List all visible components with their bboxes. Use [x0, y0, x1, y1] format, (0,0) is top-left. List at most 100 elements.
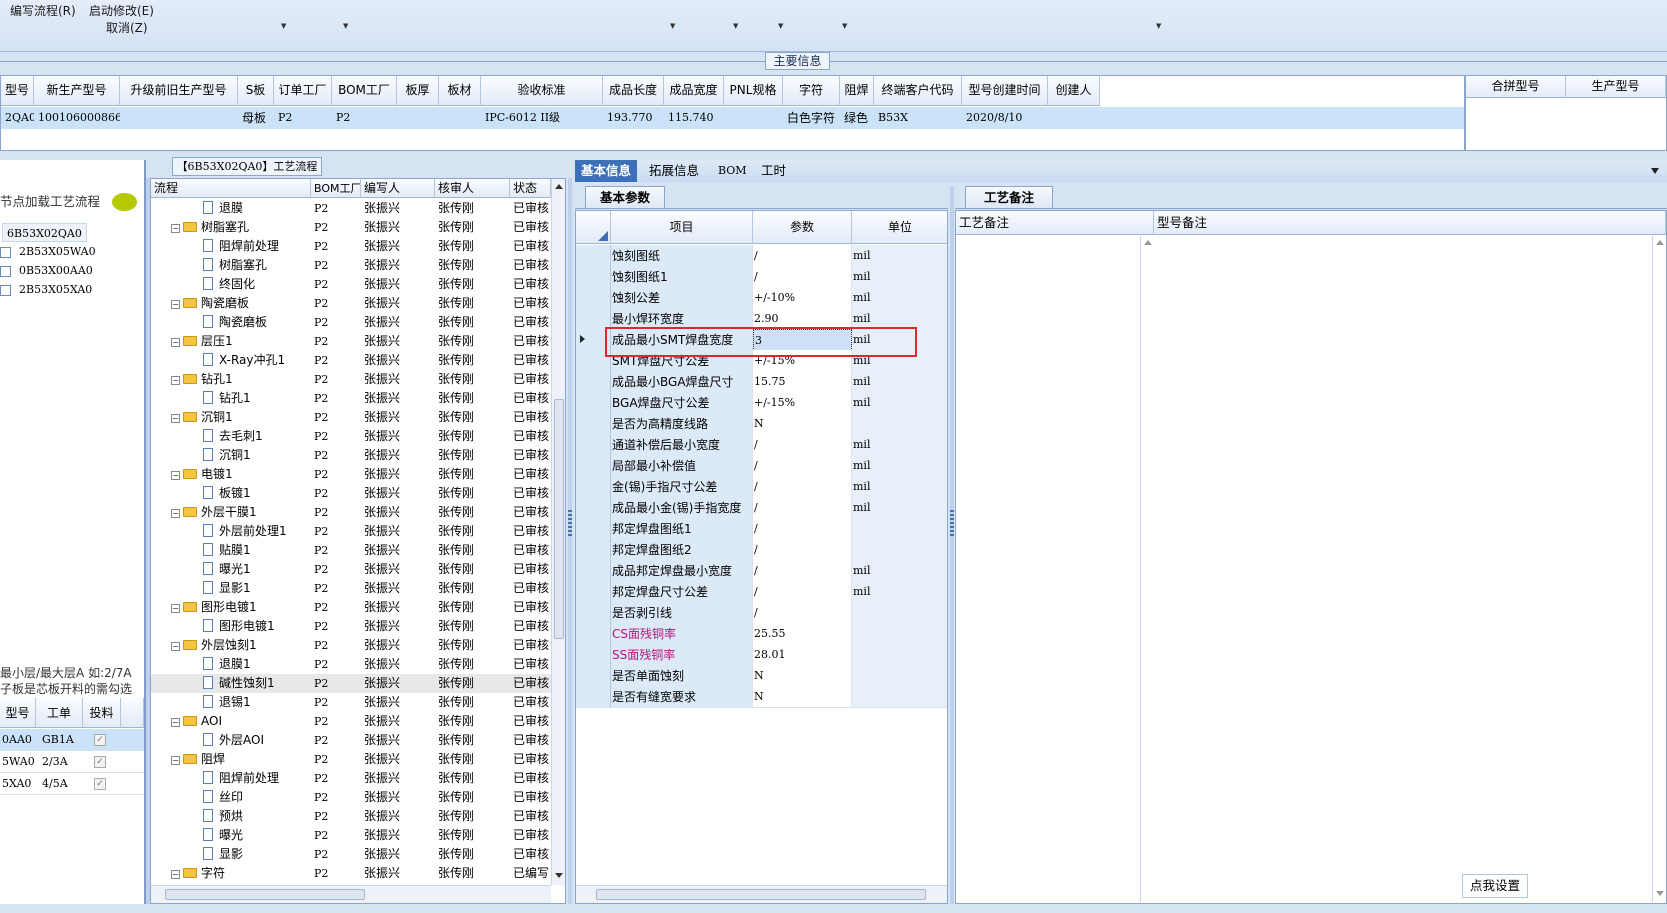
tree-row[interactable]: 显影1 P2 张振兴 张传刚 已审核 [151, 579, 551, 598]
tree-row[interactable]: 终固化 P2 张振兴 张传刚 已审核 [151, 275, 551, 294]
scroll-up-icon[interactable] [555, 184, 563, 189]
splitter-handle[interactable] [950, 510, 954, 536]
tree-row[interactable]: − 陶瓷磨板 P2 张振兴 张传刚 已审核 [151, 294, 551, 313]
tree-root[interactable]: 6B53X02QA0 [2, 223, 87, 242]
table-row[interactable]: 5WA0 2/3A ✓ [0, 751, 144, 773]
column-header[interactable]: 新生产型号 [34, 76, 120, 106]
scroll-up-icon[interactable] [1144, 240, 1152, 245]
param-row[interactable]: 是否单面蚀刻 N [576, 665, 947, 687]
tree-row[interactable]: − 钻孔1 P2 张振兴 张传刚 已审核 [151, 370, 551, 389]
param-row[interactable]: 通道补偿后最小宽度 / mil [576, 434, 947, 456]
scroll-thumb[interactable] [596, 889, 926, 900]
tree-row[interactable]: 丝印 P2 张振兴 张传刚 已审核 [151, 788, 551, 807]
row-indicator[interactable] [576, 476, 611, 498]
vertical-scrollbar[interactable] [551, 179, 565, 885]
feed-checkbox[interactable]: ✓ [94, 778, 106, 790]
tree-row[interactable]: − 字符 P2 张振兴 张传刚 已编写 [151, 864, 551, 883]
splitter[interactable] [568, 178, 572, 904]
column-header[interactable]: 项目 [611, 211, 753, 244]
horizontal-scrollbar[interactable] [151, 885, 551, 903]
param-row[interactable]: 蚀刻公差 +/-10% mil [576, 287, 947, 309]
column-header[interactable]: BOM工厂 [311, 179, 361, 198]
param-value-input[interactable]: / [753, 560, 852, 582]
scroll-thumb[interactable] [554, 399, 564, 639]
tree-row[interactable]: − 树脂塞孔 P2 张振兴 张传刚 已审核 [151, 218, 551, 237]
column-header[interactable]: 订单工厂 [274, 76, 332, 106]
dropdown-arrow-icon[interactable]: ▼ [778, 22, 783, 30]
column-header[interactable]: 状态 [510, 179, 551, 198]
row-indicator[interactable] [576, 560, 611, 582]
tree-row[interactable]: 阻焊前处理 P2 张振兴 张传刚 已审核 [151, 237, 551, 256]
collapse-icon[interactable]: − [171, 870, 180, 879]
column-header[interactable]: 投料 [83, 698, 121, 728]
tree-row[interactable]: − AOI P2 张振兴 张传刚 已审核 [151, 712, 551, 731]
tree-row[interactable]: − 阻焊 P2 张振兴 张传刚 已审核 [151, 750, 551, 769]
tree-row[interactable]: − 电镀1 P2 张振兴 张传刚 已审核 [151, 465, 551, 484]
row-indicator[interactable] [576, 413, 611, 435]
tree-row[interactable]: 陶瓷磨板 P2 张振兴 张传刚 已审核 [151, 313, 551, 332]
tree-row[interactable]: − 外层干膜1 P2 张振兴 张传刚 已审核 [151, 503, 551, 522]
row-indicator[interactable] [576, 518, 611, 540]
chat-bubble-icon[interactable] [112, 193, 137, 211]
row-indicator[interactable] [576, 245, 611, 267]
param-row[interactable]: 蚀刻图纸 / mil [576, 245, 947, 267]
column-header[interactable]: BOM工厂 [332, 76, 397, 106]
corner-header[interactable] [576, 211, 611, 244]
param-value-input[interactable]: / [753, 434, 852, 456]
row-indicator[interactable] [576, 266, 611, 288]
row-indicator[interactable] [576, 371, 611, 393]
dropdown-arrow-icon[interactable]: ▼ [842, 22, 847, 30]
collapse-icon[interactable]: − [171, 471, 180, 480]
param-row[interactable]: 成品邦定焊盘最小宽度 / mil [576, 560, 947, 582]
checkbox-icon[interactable] [0, 246, 11, 258]
process-notes-area[interactable] [956, 236, 1154, 902]
scroll-up-icon[interactable] [1656, 240, 1664, 245]
tree-row[interactable]: 阻焊前处理 P2 张振兴 张传刚 已审核 [151, 769, 551, 788]
param-value-input[interactable]: / [753, 602, 852, 624]
tree-row[interactable]: 碱性蚀刻1 P2 张振兴 张传刚 已审核 [151, 674, 551, 693]
param-row[interactable]: 是否有缝宽要求 N [576, 686, 947, 708]
column-header[interactable]: S板 [238, 76, 274, 106]
tree-row[interactable]: − 图形电镀1 P2 张振兴 张传刚 已审核 [151, 598, 551, 617]
column-header[interactable]: 创建人 [1048, 76, 1100, 106]
row-indicator[interactable] [576, 539, 611, 561]
tabs-menu-icon[interactable] [1651, 168, 1659, 174]
collapse-icon[interactable]: − [171, 604, 180, 613]
tree-row[interactable]: 曝光 P2 张振兴 张传刚 已审核 [151, 826, 551, 845]
collapse-icon[interactable]: − [171, 300, 180, 309]
param-value-input[interactable]: / [753, 476, 852, 498]
column-header[interactable]: 核审人 [435, 179, 510, 198]
column-header[interactable]: 阻焊 [840, 76, 874, 106]
tree-row[interactable]: 图形电镀1 P2 张振兴 张传刚 已审核 [151, 617, 551, 636]
param-value-input[interactable]: N [753, 665, 852, 687]
column-header[interactable]: 单位 [852, 211, 947, 244]
tree-row[interactable]: X-Ray冲孔1 P2 张振兴 张传刚 已审核 [151, 351, 551, 370]
param-row[interactable]: SS面残铜率 28.01 [576, 644, 947, 666]
model-notes-area[interactable] [1154, 236, 1652, 902]
param-row[interactable]: 成品最小金(锡)手指宽度 / mil [576, 497, 947, 519]
dropdown-arrow-icon[interactable]: ▼ [343, 22, 348, 30]
param-row[interactable]: 局部最小补偿值 / mil [576, 455, 947, 477]
tree-row[interactable]: 显影 P2 张振兴 张传刚 已审核 [151, 845, 551, 864]
collapse-icon[interactable]: − [171, 414, 180, 423]
dropdown-arrow-icon[interactable]: ▼ [281, 22, 286, 30]
tree-row[interactable]: 曝光1 P2 张振兴 张传刚 已审核 [151, 560, 551, 579]
tab-basic-info[interactable]: 基本信息 [575, 160, 638, 182]
tree-row[interactable]: − 外层蚀刻1 P2 张振兴 张传刚 已审核 [151, 636, 551, 655]
column-header[interactable]: 编写人 [361, 179, 435, 198]
param-row[interactable]: 是否为高精度线路 N [576, 413, 947, 435]
checkbox-icon[interactable] [0, 265, 11, 277]
row-indicator[interactable] [576, 434, 611, 456]
column-header[interactable]: 型号备注 [1154, 211, 1666, 235]
param-row[interactable]: 蚀刻图纸1/mil [576, 266, 947, 288]
param-value-input[interactable]: / [753, 581, 852, 603]
tab-extended-info[interactable]: 拓展信息 [643, 160, 705, 182]
start-modify-button[interactable]: 启动修改(E) [89, 2, 154, 19]
tree-row[interactable]: 预烘 P2 张振兴 张传刚 已审核 [151, 807, 551, 826]
collapse-icon[interactable]: − [171, 376, 180, 385]
row-indicator[interactable] [576, 623, 611, 645]
table-row[interactable]: 5XA0 4/5A ✓ [0, 773, 144, 795]
column-header[interactable]: 参数 [753, 211, 852, 244]
dropdown-arrow-icon[interactable]: ▼ [733, 22, 738, 30]
dropdown-arrow-icon[interactable]: ▼ [1156, 22, 1161, 30]
